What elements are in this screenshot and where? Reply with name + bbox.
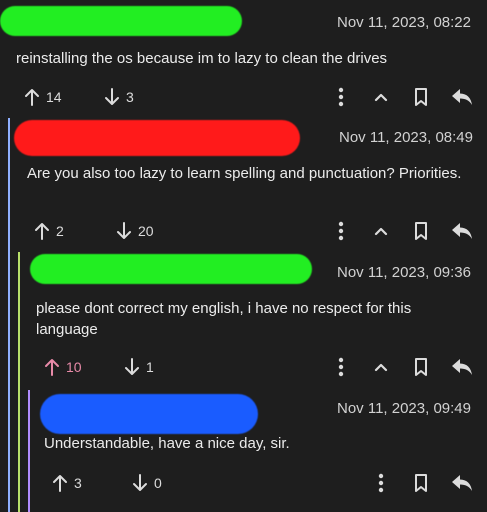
arrow-down-icon [124,358,140,376]
reply-icon[interactable] [450,86,474,108]
chevron-up-icon[interactable] [370,220,392,242]
arrow-up-icon [24,88,40,106]
bookmark-icon[interactable] [410,85,432,109]
more-vertical-icon[interactable] [332,220,350,242]
comment-actions: 2 20 [0,218,487,244]
reply-icon[interactable] [450,472,474,494]
arrow-up-icon [52,474,68,492]
downvote-count: 0 [154,475,162,491]
comment-timestamp: Nov 11, 2023, 09:49 [337,400,471,417]
comment-body: please dont correct my english, i have n… [36,300,412,338]
upvote-button[interactable]: 3 [52,474,82,492]
comment-timestamp: Nov 11, 2023, 08:22 [337,14,471,31]
more-vertical-icon[interactable] [372,472,390,494]
comment-actions: 10 1 [0,354,487,380]
upvote-count: 3 [74,475,82,491]
bookmark-icon[interactable] [410,471,432,495]
bookmark-icon[interactable] [410,355,432,379]
upvote-count: 2 [56,223,64,239]
downvote-button[interactable]: 1 [124,358,154,376]
reply-icon[interactable] [450,356,474,378]
arrow-down-icon [104,88,120,106]
comment-body: Understandable, have a nice day, sir. [44,435,290,452]
more-vertical-icon[interactable] [332,356,350,378]
upvote-count: 10 [66,359,82,375]
redacted-username [14,120,300,156]
upvote-count: 14 [46,89,62,105]
upvote-button[interactable]: 10 [44,358,82,376]
upvote-button[interactable]: 2 [34,222,64,240]
downvote-count: 20 [138,223,154,239]
comment-body: reinstalling the os because im to lazy t… [16,50,388,67]
comment-timestamp: Nov 11, 2023, 08:49 [339,129,473,146]
downvote-count: 3 [126,89,134,105]
upvote-button[interactable]: 14 [24,88,62,106]
chevron-up-icon[interactable] [370,356,392,378]
chevron-up-icon[interactable] [370,86,392,108]
downvote-count: 1 [146,359,154,375]
thread-line-level1 [8,118,10,512]
arrow-down-icon [116,222,132,240]
comment-actions: 3 0 [0,470,487,496]
redacted-username [0,6,242,36]
arrow-down-icon [132,474,148,492]
comment-timestamp: Nov 11, 2023, 09:36 [337,264,471,281]
downvote-button[interactable]: 3 [104,88,134,106]
bookmark-icon[interactable] [410,219,432,243]
reply-icon[interactable] [450,220,474,242]
arrow-up-icon [44,358,60,376]
arrow-up-icon [34,222,50,240]
more-vertical-icon[interactable] [332,86,350,108]
comment-actions: 14 3 [0,84,487,110]
redacted-username [30,254,312,284]
downvote-button[interactable]: 0 [132,474,162,492]
comment-body: Are you also too lazy to learn spelling … [27,165,462,182]
redacted-username [40,394,258,434]
downvote-button[interactable]: 20 [116,222,154,240]
